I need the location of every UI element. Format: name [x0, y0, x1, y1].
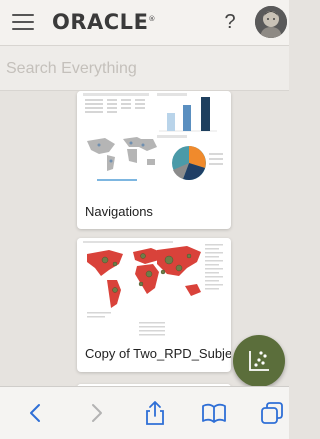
back-icon[interactable]	[22, 399, 50, 427]
dashboard-thumbnail	[77, 91, 231, 191]
avatar-image	[255, 6, 287, 38]
tabs-icon[interactable]	[258, 399, 286, 427]
hamburger-icon[interactable]	[12, 14, 34, 30]
world-map-thumbnail	[77, 238, 231, 338]
search-bar[interactable]: Search Everything	[0, 45, 289, 91]
help-button[interactable]: ?	[222, 11, 238, 34]
logo-text: ORACLE	[52, 10, 149, 34]
oracle-logo[interactable]: ORACLE®	[52, 10, 156, 34]
logo-registered-mark: ®	[148, 15, 156, 23]
share-icon[interactable]	[141, 399, 169, 427]
scatter-plot-icon	[249, 351, 269, 371]
project-card-copy-two-rpd[interactable]: Copy of Two_RPD_Subje...	[77, 238, 231, 372]
bookmarks-icon[interactable]	[200, 399, 228, 427]
card-title: Navigations	[85, 204, 153, 219]
project-card-navigations[interactable]: Navigations	[77, 91, 231, 229]
browser-toolbar	[0, 386, 289, 439]
app-header: ORACLE® ?	[0, 0, 289, 45]
forward-icon[interactable]	[82, 399, 110, 427]
user-avatar[interactable]	[255, 6, 287, 38]
visualize-fab[interactable]	[233, 335, 285, 387]
card-title: Copy of Two_RPD_Subje...	[85, 346, 231, 361]
search-input[interactable]: Search Everything	[6, 60, 137, 78]
